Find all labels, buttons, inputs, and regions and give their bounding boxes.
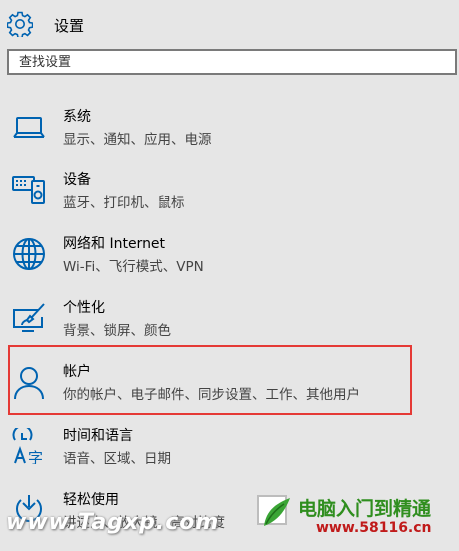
settings-item-devices[interactable]: 设备 蓝牙、打印机、鼠标	[0, 167, 459, 231]
item-desc: 语音、区域、日期	[63, 451, 171, 467]
item-desc: 蓝牙、打印机、鼠标	[63, 195, 185, 211]
item-name: 网络和 Internet	[63, 236, 166, 252]
item-name: 个性化	[63, 300, 105, 316]
watermark-right-cn: 电脑入门到精通	[298, 498, 432, 520]
monitor-pen-icon	[13, 303, 45, 332]
search-input[interactable]	[7, 49, 457, 75]
item-name: 帐户	[63, 364, 91, 380]
settings-item-time-language[interactable]: 字 时间和语言 语音、区域、日期	[0, 423, 459, 487]
site-logo-icon	[257, 495, 290, 526]
item-name: 设备	[63, 172, 91, 188]
watermark-left: www.Tagxp.com	[6, 510, 220, 535]
item-name: 系统	[63, 109, 91, 125]
settings-item-accounts[interactable]: 帐户 你的帐户、电子邮件、同步设置、工作、其他用户	[0, 359, 459, 423]
clock-language-icon: 字	[12, 428, 43, 464]
item-desc: 你的帐户、电子邮件、同步设置、工作、其他用户	[63, 387, 360, 403]
person-icon	[14, 367, 44, 400]
settings-item-system[interactable]: 系统 显示、通知、应用、电源	[0, 104, 459, 168]
item-name: 轻松使用	[63, 492, 119, 508]
globe-icon	[13, 238, 45, 270]
svg-text:字: 字	[28, 449, 43, 464]
page-title: 设置	[54, 17, 85, 35]
item-desc: 背景、锁屏、颜色	[63, 323, 171, 339]
item-desc: 显示、通知、应用、电源	[63, 132, 212, 148]
gear-icon	[7, 11, 33, 37]
watermark-right-url: www.58116.cn	[316, 520, 432, 536]
keyboard-speaker-icon	[12, 176, 45, 204]
laptop-icon	[13, 117, 45, 138]
settings-item-network[interactable]: 网络和 Internet Wi-Fi、飞行模式、VPN	[0, 231, 459, 295]
settings-header: 设置	[0, 0, 459, 46]
item-name: 时间和语言	[63, 428, 133, 444]
item-desc: Wi-Fi、飞行模式、VPN	[63, 259, 204, 275]
